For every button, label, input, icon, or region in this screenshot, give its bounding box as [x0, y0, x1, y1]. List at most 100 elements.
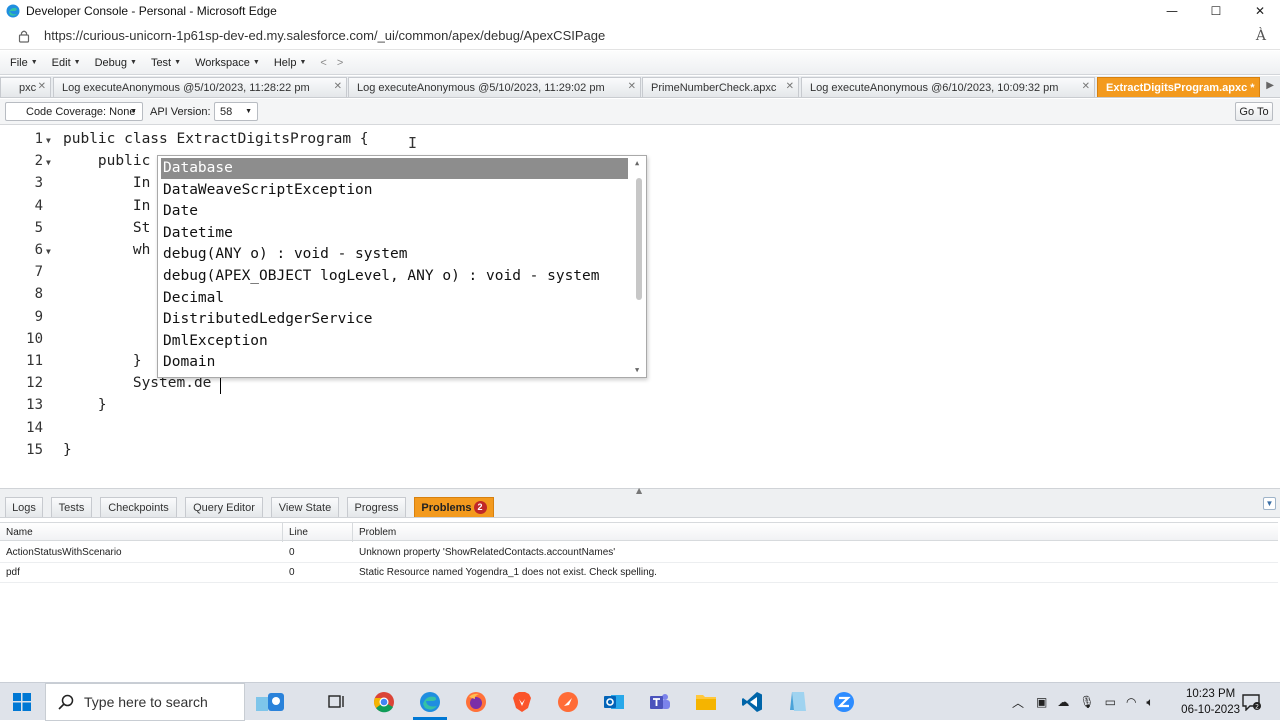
collapse-panel-icon[interactable]: ▼	[1263, 497, 1276, 510]
tab-prime-number-check[interactable]: PrimeNumberCheck.apxc ✕	[642, 77, 799, 97]
autocomplete-item[interactable]: Domain	[161, 352, 628, 373]
fold-toggle-icon[interactable]: ▼	[46, 136, 51, 145]
menu-help[interactable]: Help ▼	[274, 57, 307, 69]
autocomplete-item[interactable]: Decimal	[161, 288, 628, 309]
close-tab-icon[interactable]: ✕	[786, 81, 794, 92]
scroll-up-icon[interactable]: ▲	[635, 159, 639, 167]
column-header-line[interactable]: Line	[283, 523, 353, 542]
microphone-icon[interactable]: 🎙︎	[1079, 695, 1094, 709]
tab-logs[interactable]: Logs	[5, 497, 43, 517]
code-line[interactable]: }	[63, 442, 72, 458]
tab-checkpoints[interactable]: Checkpoints	[100, 497, 177, 517]
zoom-icon[interactable]	[831, 689, 857, 715]
windows-start-icon[interactable]	[9, 689, 35, 715]
tray-network-icon[interactable]: ☁	[1057, 695, 1069, 709]
task-view-icon[interactable]	[324, 689, 350, 715]
address-bar[interactable]: https://curious-unicorn-1p61sp-dev-ed.my…	[0, 22, 1280, 50]
autocomplete-item[interactable]: DmlException	[161, 331, 628, 352]
tab-scroll-right-icon[interactable]: ▶	[1266, 80, 1274, 91]
tab-log-2[interactable]: Log executeAnonymous @5/10/2023, 11:29:0…	[348, 77, 641, 97]
close-tab-icon[interactable]: ✕	[628, 81, 636, 92]
table-row[interactable]: pdf 0 Static Resource named Yogendra_1 d…	[0, 563, 1278, 583]
line-number: 8	[34, 286, 43, 303]
autocomplete-item[interactable]: Date	[161, 201, 628, 222]
table-row[interactable]: ActionStatusWithScenario 0 Unknown prope…	[0, 543, 1278, 563]
code-line[interactable]: }	[63, 397, 107, 413]
menu-bar: File ▼ Edit ▼ Debug ▼ Test ▼ Workspace ▼ Help…	[0, 51, 1280, 75]
code-line[interactable]: public	[63, 153, 150, 169]
forward-arrow-icon[interactable]: >	[337, 57, 343, 69]
scrollbar-thumb[interactable]	[636, 178, 642, 300]
code-coverage-select[interactable]: Code Coverage: None ▼	[5, 102, 143, 121]
code-line[interactable]: }	[63, 353, 142, 369]
menu-test[interactable]: Test ▼	[151, 57, 181, 69]
line-number: 11	[26, 353, 43, 369]
api-version-select[interactable]: 58 ▼	[214, 102, 258, 121]
go-to-button[interactable]: Go To	[1235, 102, 1273, 121]
autocomplete-item[interactable]: Datetime	[161, 223, 628, 244]
menu-file[interactable]: File ▼	[10, 57, 38, 69]
vscode-icon[interactable]	[739, 689, 765, 715]
autocomplete-scrollbar[interactable]: ▲ ▼	[634, 158, 644, 375]
close-tab-icon[interactable]: ✕	[334, 81, 342, 92]
fold-toggle-icon[interactable]: ▼	[46, 158, 51, 167]
minimize-button[interactable]: —	[1150, 0, 1194, 22]
read-aloud-icon[interactable]: À	[1256, 28, 1266, 44]
column-header-name[interactable]: Name	[0, 523, 283, 542]
firefox-icon[interactable]	[463, 689, 489, 715]
editor-tab-bar: pxc ✕ Log executeAnonymous @5/10/2023, 11…	[0, 76, 1280, 98]
battery-icon[interactable]: ▭	[1105, 695, 1116, 709]
autocomplete-item[interactable]: DataWeaveScriptException	[161, 180, 628, 201]
outlook-icon[interactable]	[601, 689, 627, 715]
tab-log-3[interactable]: Log executeAnonymous @6/10/2023, 10:09:3…	[801, 77, 1095, 97]
column-header-problem[interactable]: Problem	[353, 523, 1278, 542]
menu-workspace[interactable]: Workspace ▼	[195, 57, 260, 69]
code-line[interactable]: public class ExtractDigitsProgram {	[63, 131, 369, 147]
scroll-down-icon[interactable]: ▼	[635, 366, 639, 374]
code-line[interactable]: wh	[63, 242, 150, 258]
url-text[interactable]: https://curious-unicorn-1p61sp-dev-ed.my…	[44, 28, 605, 43]
file-explorer-icon[interactable]	[693, 689, 719, 715]
search-icon	[58, 694, 74, 710]
menu-edit[interactable]: Edit ▼	[52, 57, 81, 69]
tray-app-icon[interactable]: ▣	[1036, 695, 1047, 709]
tab-tests[interactable]: Tests	[51, 497, 92, 517]
menu-debug[interactable]: Debug ▼	[95, 57, 137, 69]
autocomplete-item[interactable]: debug(APEX_OBJECT logLevel, ANY o) : voi…	[161, 266, 628, 287]
autocomplete-item[interactable]: Database	[161, 158, 628, 179]
svg-text:2: 2	[1255, 704, 1259, 711]
tab-pxc[interactable]: pxc ✕	[0, 77, 51, 97]
autocomplete-popup[interactable]: Database DataWeaveScriptException Date Date…	[157, 155, 647, 378]
taskbar-search-box[interactable]: Type here to search	[45, 683, 245, 721]
edge-taskbar-icon[interactable]	[417, 689, 443, 715]
fold-toggle-icon[interactable]: ▼	[46, 247, 51, 256]
taskbar-clock[interactable]: 10:23 PM 06-10-2023	[1181, 686, 1240, 718]
volume-icon[interactable]: 🔈︎	[1146, 695, 1153, 710]
close-tab-icon[interactable]: ✕	[1082, 81, 1090, 92]
chrome-icon[interactable]	[371, 689, 397, 715]
problems-count-badge: 2	[473, 501, 487, 514]
tab-query-editor[interactable]: Query Editor	[185, 497, 263, 517]
back-arrow-icon[interactable]: <	[320, 57, 326, 69]
tab-progress[interactable]: Progress	[347, 497, 406, 517]
tab-extract-digits-program[interactable]: ExtractDigitsProgram.apxc *	[1097, 77, 1260, 97]
notepad-icon[interactable]	[785, 689, 811, 715]
close-tab-icon[interactable]: ✕	[38, 81, 46, 92]
tab-view-state[interactable]: View State	[271, 497, 339, 517]
code-line[interactable]: St	[63, 220, 150, 236]
cortana-artwork-icon[interactable]	[253, 689, 287, 715]
teams-icon[interactable]	[647, 689, 673, 715]
wifi-icon[interactable]: ◠	[1126, 695, 1136, 709]
autocomplete-item[interactable]: DistributedLedgerService	[161, 309, 628, 330]
autocomplete-item[interactable]: debug(ANY o) : void - system	[161, 244, 628, 265]
close-button[interactable]: ✕	[1238, 0, 1280, 22]
tab-problems[interactable]: Problems 2	[414, 497, 494, 517]
postman-icon[interactable]	[555, 689, 581, 715]
code-line[interactable]: In	[63, 198, 150, 214]
brave-icon[interactable]	[509, 689, 535, 715]
tab-log-1[interactable]: Log executeAnonymous @5/10/2023, 11:28:2…	[53, 77, 347, 97]
code-line[interactable]: In	[63, 175, 150, 191]
notification-center-icon[interactable]: 2	[1238, 689, 1264, 715]
maximize-button[interactable]: ☐	[1194, 0, 1238, 22]
tray-chevron-up-icon[interactable]: ︿	[1012, 694, 1024, 711]
